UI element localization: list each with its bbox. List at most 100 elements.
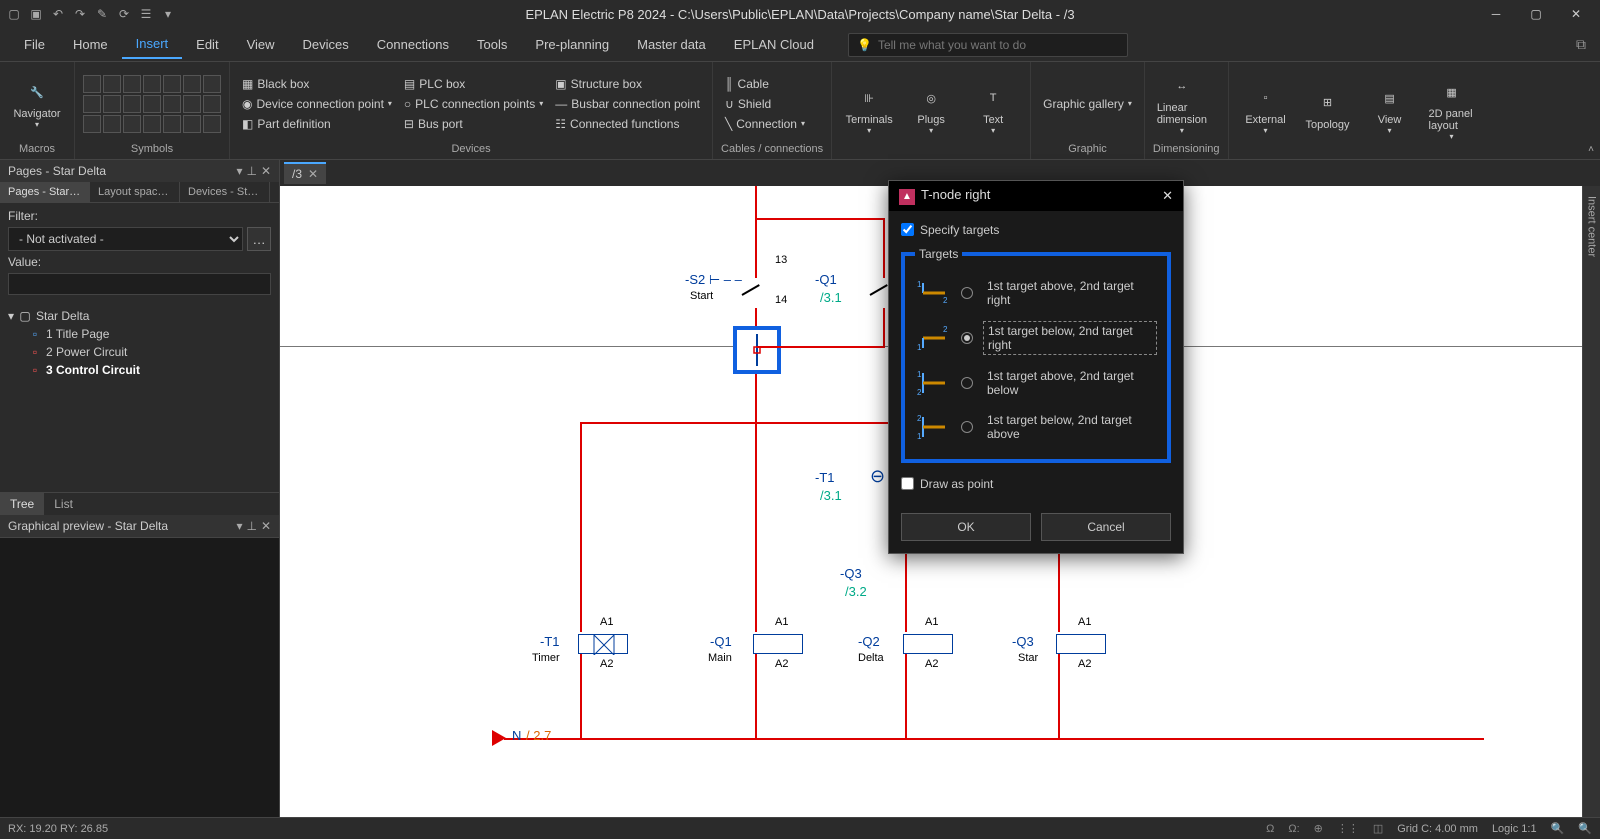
close-button[interactable]: ✕ xyxy=(1556,0,1596,28)
panel-pin-icon[interactable]: ⊥ xyxy=(246,519,256,533)
filter-more-button[interactable]: … xyxy=(247,227,271,251)
topology-button[interactable]: ⊞Topology xyxy=(1299,87,1357,133)
selected-tnode-symbol[interactable] xyxy=(733,326,781,374)
tree-page-3[interactable]: ▫ 3 Control Circuit xyxy=(8,361,271,379)
specify-targets-checkbox[interactable]: Specify targets xyxy=(901,223,1171,237)
dialog-close-icon[interactable]: ✕ xyxy=(1162,188,1173,204)
symbol-cell[interactable] xyxy=(163,95,181,113)
panel-close-icon[interactable]: ✕ xyxy=(261,519,271,533)
qa-more-icon[interactable]: ▾ xyxy=(158,4,178,24)
symbol-cell[interactable] xyxy=(183,75,201,93)
ok-button[interactable]: OK xyxy=(901,513,1031,541)
radio-3[interactable] xyxy=(961,421,973,433)
menu-home[interactable]: Home xyxy=(59,31,122,58)
graphic-gallery-button[interactable]: Graphic gallery▾ xyxy=(1039,95,1136,113)
plc-box-button[interactable]: ▤PLC box xyxy=(400,75,547,93)
cancel-button[interactable]: Cancel xyxy=(1041,513,1171,541)
qa-script-icon[interactable]: ☰ xyxy=(136,4,156,24)
tree-page-1[interactable]: ▫ 1 Title Page xyxy=(8,325,271,343)
bus-port-button[interactable]: ⊟Bus port xyxy=(400,115,547,133)
text-button[interactable]: TText▾ xyxy=(964,82,1022,137)
device-connection-point-button[interactable]: ◉Device connection point▾ xyxy=(238,95,396,113)
symbol-cell[interactable] xyxy=(203,95,221,113)
symbol-cell[interactable] xyxy=(203,115,221,133)
menu-masterdata[interactable]: Master data xyxy=(623,31,720,58)
minimize-button[interactable]: ─ xyxy=(1476,0,1516,28)
dialog-titlebar[interactable]: ▲T-node right ✕ xyxy=(889,181,1183,211)
close-tab-icon[interactable]: ✕ xyxy=(308,167,318,181)
specify-targets-input[interactable] xyxy=(901,223,914,236)
draw-as-point-checkbox[interactable]: Draw as point xyxy=(901,477,1171,491)
symbol-cell[interactable] xyxy=(183,115,201,133)
menu-eplancloud[interactable]: EPLAN Cloud xyxy=(720,31,828,58)
qa-refresh-icon[interactable]: ⟳ xyxy=(114,4,134,24)
qa-redo-icon[interactable]: ↷ xyxy=(70,4,90,24)
target-option-3[interactable]: 12 1st target below, 2nd target above xyxy=(915,405,1157,449)
shield-button[interactable]: ∪Shield xyxy=(721,95,809,113)
filter-select[interactable]: - Not activated - xyxy=(8,227,243,251)
connection-button[interactable]: ╲Connection▾ xyxy=(721,115,809,133)
qa-new-icon[interactable]: ▢ xyxy=(4,4,24,24)
symbol-cell[interactable] xyxy=(163,115,181,133)
draw-as-point-input[interactable] xyxy=(901,477,914,490)
symbol-cell[interactable] xyxy=(103,95,121,113)
view-button[interactable]: ▤View▾ xyxy=(1361,82,1419,137)
part-definition-button[interactable]: ◧Part definition xyxy=(238,115,396,133)
radio-2[interactable] xyxy=(961,377,973,389)
dim-icon[interactable]: ◫ xyxy=(1373,822,1383,835)
panel-dropdown-icon[interactable]: ▾ xyxy=(236,164,242,178)
menu-connections[interactable]: Connections xyxy=(363,31,463,58)
zoom-in-icon[interactable]: 🔍 xyxy=(1578,822,1592,835)
structure-box-button[interactable]: ▣Structure box xyxy=(551,75,704,93)
symbol-cell[interactable] xyxy=(123,115,141,133)
tab-pages[interactable]: Pages - Star D... xyxy=(0,182,90,202)
grid-style-icon[interactable]: ⋮⋮ xyxy=(1337,822,1359,835)
qa-save-icon[interactable]: ✎ xyxy=(92,4,112,24)
value-input[interactable] xyxy=(8,273,271,295)
symbol-cell[interactable] xyxy=(143,115,161,133)
target-option-2[interactable]: 12 1st target above, 2nd target below xyxy=(915,361,1157,405)
panel-close-icon[interactable]: ✕ xyxy=(261,164,271,178)
radio-1[interactable] xyxy=(961,332,973,344)
target-option-0[interactable]: 12 1st target above, 2nd target right xyxy=(915,271,1157,315)
panel-pin-icon[interactable]: ⊥ xyxy=(246,164,256,178)
linear-dimension-button[interactable]: ↔Linear dimension▾ xyxy=(1153,70,1211,137)
menu-file[interactable]: File xyxy=(10,31,59,58)
tab-list[interactable]: List xyxy=(44,493,83,515)
symbol-cell[interactable] xyxy=(83,95,101,113)
tab-devices[interactable]: Devices - Star ... xyxy=(180,182,270,202)
menu-edit[interactable]: Edit xyxy=(182,31,232,58)
symbol-cell[interactable] xyxy=(163,75,181,93)
insert-center-sidebar[interactable]: Insert center xyxy=(1582,186,1600,817)
tree-page-2[interactable]: ▫ 2 Power Circuit xyxy=(8,343,271,361)
symbol-cell[interactable] xyxy=(143,75,161,93)
black-box-button[interactable]: ▦Black box xyxy=(238,75,396,93)
snap2-icon[interactable]: Ω: xyxy=(1288,823,1299,835)
help-icon[interactable]: ⧉ xyxy=(1572,32,1590,57)
tab-tree[interactable]: Tree xyxy=(0,493,44,515)
radio-0[interactable] xyxy=(961,287,973,299)
zoom-out-icon[interactable]: 🔍 xyxy=(1551,822,1565,835)
symbol-gallery[interactable] xyxy=(83,75,221,133)
2d-panel-layout-button[interactable]: ▦2D panel layout▾ xyxy=(1423,76,1481,143)
menu-view[interactable]: View xyxy=(233,31,289,58)
symbol-cell[interactable] xyxy=(83,115,101,133)
cable-button[interactable]: ║Cable xyxy=(721,75,809,93)
symbol-cell[interactable] xyxy=(83,75,101,93)
busbar-connection-point-button[interactable]: —Busbar connection point xyxy=(551,95,704,113)
grid-toggle-icon[interactable]: ⊕ xyxy=(1314,822,1323,835)
symbol-cell[interactable] xyxy=(123,75,141,93)
external-button[interactable]: ▫External▾ xyxy=(1237,82,1295,137)
symbol-cell[interactable] xyxy=(123,95,141,113)
menu-tools[interactable]: Tools xyxy=(463,31,521,58)
symbol-cell[interactable] xyxy=(103,115,121,133)
symbol-cell[interactable] xyxy=(183,95,201,113)
doc-tab-3[interactable]: /3 ✕ xyxy=(284,162,326,184)
tell-me-search[interactable]: 💡 Tell me what you want to do xyxy=(848,33,1128,57)
connected-functions-button[interactable]: ☷Connected functions xyxy=(551,115,704,133)
panel-dropdown-icon[interactable]: ▾ xyxy=(236,519,242,533)
symbol-cell[interactable] xyxy=(143,95,161,113)
menu-insert[interactable]: Insert xyxy=(122,30,183,59)
terminals-button[interactable]: ⊪Terminals▾ xyxy=(840,82,898,137)
menu-preplanning[interactable]: Pre-planning xyxy=(521,31,623,58)
